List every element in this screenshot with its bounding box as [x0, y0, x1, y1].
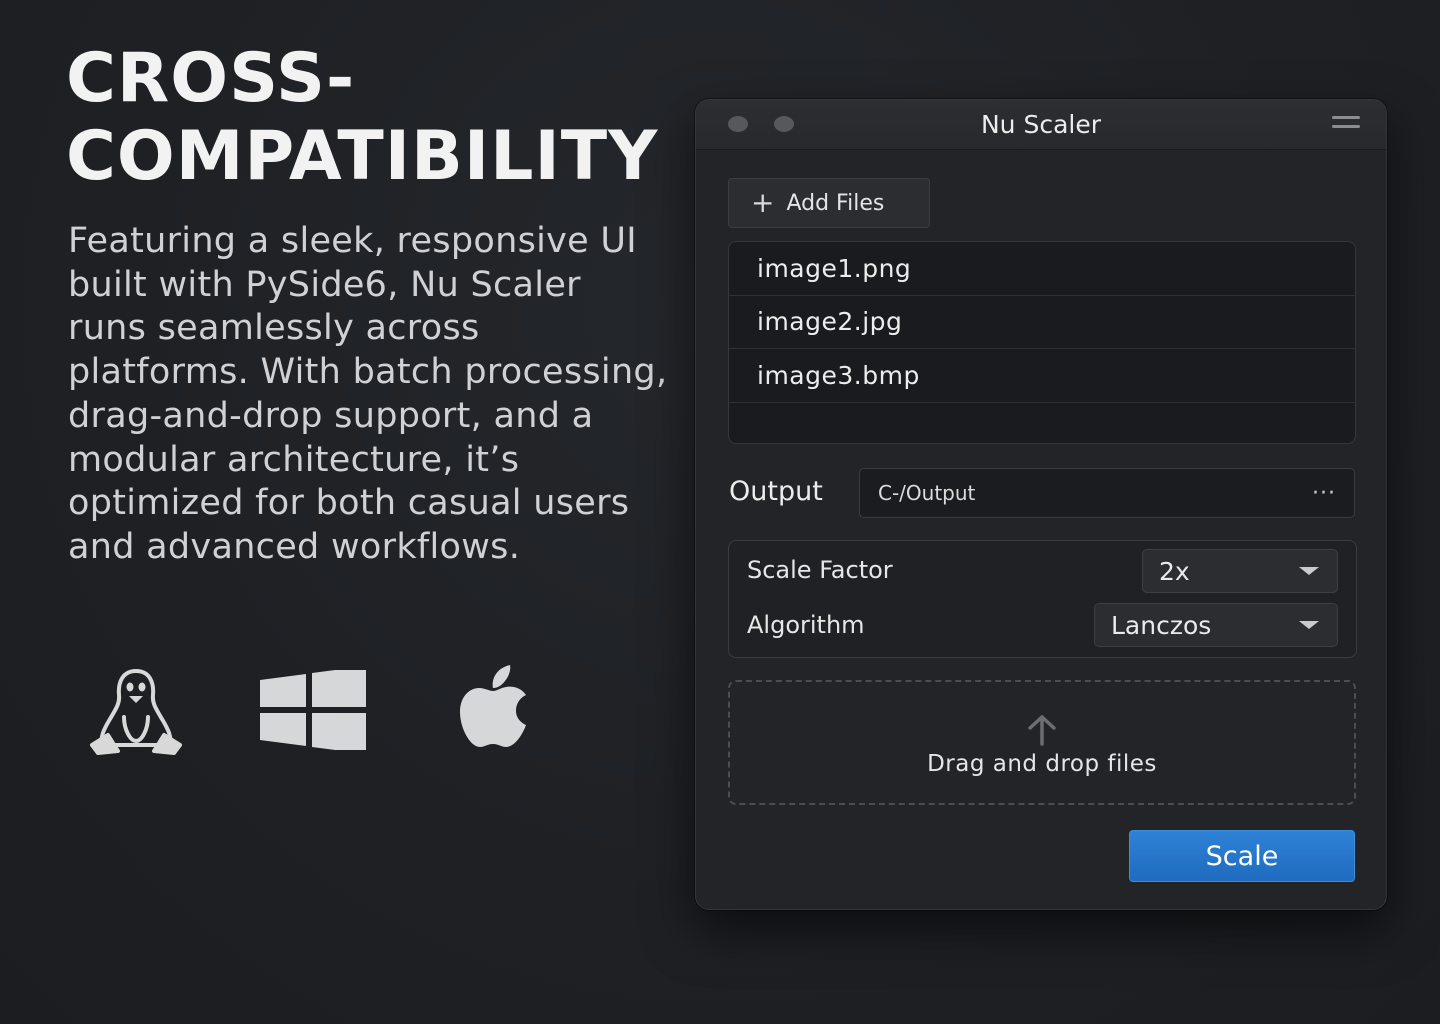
upload-arrow-icon	[1028, 714, 1056, 746]
hero-description: Featuring a sleek, responsive UI built w…	[68, 221, 668, 567]
plus-icon: +	[751, 186, 775, 219]
file-list-item[interactable]: image1.png	[729, 242, 1355, 296]
scale-button[interactable]: Scale	[1129, 830, 1355, 882]
algorithm-select[interactable]: Lanczos	[1094, 603, 1338, 647]
scale-factor-select[interactable]: 2x	[1142, 549, 1338, 593]
scale-factor-value: 2x	[1159, 556, 1190, 586]
algorithm-label: Algorithm	[747, 611, 865, 639]
file-list-item[interactable]: image3.bmp	[729, 349, 1355, 403]
output-path-field[interactable]: C-/Output ···	[859, 468, 1355, 518]
window-title: Nu Scaler	[980, 110, 1102, 139]
chevron-down-icon	[1299, 567, 1319, 575]
apple-logo-icon	[460, 665, 526, 747]
hero-title: CROSS- COMPATIBILITY	[66, 39, 659, 196]
window-titlebar[interactable]: Nu Scaler	[696, 100, 1386, 150]
chevron-down-icon	[1299, 621, 1319, 629]
file-list-empty-row	[729, 403, 1355, 444]
linux-tux-icon	[90, 669, 182, 755]
add-files-label: Add Files	[786, 190, 885, 216]
output-label: Output	[729, 476, 823, 507]
drag-drop-text: Drag and drop files	[927, 750, 1157, 777]
platform-icons	[86, 662, 548, 758]
hamburger-menu-icon[interactable]	[1332, 116, 1360, 132]
algorithm-value: Lanczos	[1111, 610, 1212, 640]
nu-scaler-window: Nu Scaler + Add Files image1.png image2.…	[695, 99, 1387, 910]
drag-drop-zone[interactable]: Drag and drop files	[728, 680, 1356, 805]
windows-logo-icon	[260, 670, 366, 750]
output-path-value[interactable]: C-/Output	[878, 481, 975, 505]
scaling-settings-panel: Scale Factor 2x Algorithm Lanczos	[728, 540, 1357, 658]
file-list-item[interactable]: image2.jpg	[729, 296, 1355, 349]
file-list[interactable]: image1.png image2.jpg image3.bmp	[728, 241, 1356, 444]
add-files-button[interactable]: + Add Files	[728, 178, 930, 228]
browse-ellipsis-icon[interactable]: ···	[1312, 481, 1336, 506]
scale-factor-label: Scale Factor	[747, 556, 893, 584]
